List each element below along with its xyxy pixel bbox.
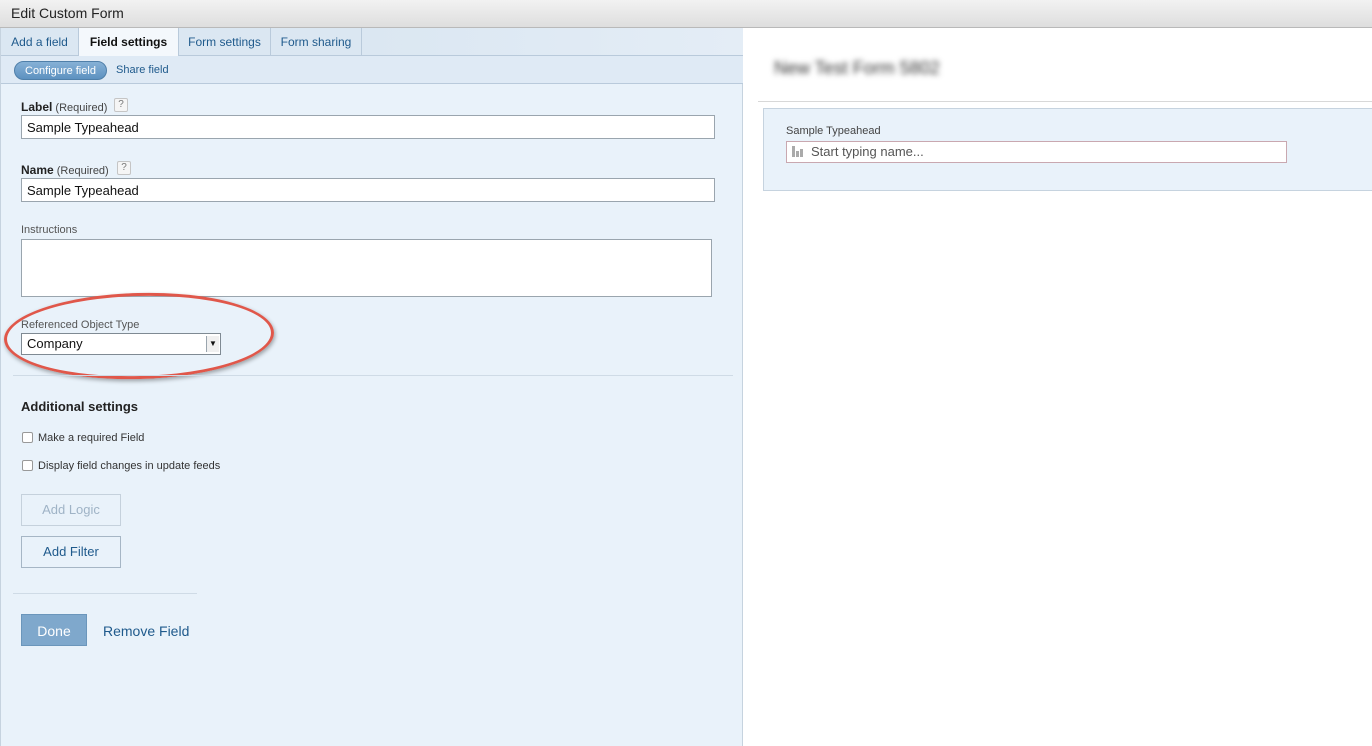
form-preview-panel: New Test Form 5802 Sample Typeahead Star… [744, 28, 1372, 746]
tab-add-field[interactable]: Add a field [1, 28, 79, 56]
name-required-note: (Required) [56, 165, 109, 177]
remove-field-link[interactable]: Remove Field [103, 623, 189, 639]
name-input[interactable] [21, 178, 715, 202]
tab-form-sharing[interactable]: Form sharing [271, 28, 362, 56]
done-button[interactable]: Done [21, 614, 87, 646]
company-icon [792, 146, 803, 157]
name-help-icon[interactable]: ? [117, 161, 131, 175]
update-feeds-option[interactable]: Display field changes in update feeds [22, 460, 220, 472]
add-filter-button[interactable]: Add Filter [21, 536, 121, 568]
tab-bar: Add a field Field settings Form settings… [1, 28, 743, 57]
field-editor-panel: Add a field Field settings Form settings… [0, 28, 743, 746]
preview-divider [758, 101, 1372, 102]
required-field-option[interactable]: Make a required Field [22, 432, 144, 444]
label-help-icon[interactable]: ? [114, 98, 128, 112]
share-field-link[interactable]: Share field [116, 64, 169, 76]
typeahead-input[interactable]: Start typing name... [786, 141, 1287, 163]
required-field-label: Make a required Field [38, 432, 145, 444]
required-field-checkbox[interactable] [22, 432, 33, 443]
label-required-note: (Required) [55, 102, 108, 114]
label-title: Label [21, 100, 53, 114]
section-divider [13, 375, 733, 376]
form-title: New Test Form 5802 [774, 58, 940, 78]
tab-field-settings[interactable]: Field settings [79, 28, 179, 57]
instructions-label: Instructions [21, 224, 78, 236]
tab-form-settings[interactable]: Form settings [179, 28, 271, 56]
preview-field-card[interactable]: Sample Typeahead Start typing name... [763, 108, 1372, 191]
update-feeds-checkbox[interactable] [22, 460, 33, 471]
update-feeds-label: Display field changes in update feeds [38, 460, 221, 472]
configure-field-button[interactable]: Configure field [14, 61, 107, 80]
label-input[interactable] [21, 115, 715, 139]
additional-settings-heading: Additional settings [21, 399, 138, 414]
preview-field-label: Sample Typeahead [786, 125, 881, 137]
highlight-annotation [2, 289, 276, 383]
footer-divider [13, 593, 197, 594]
typeahead-placeholder: Start typing name... [811, 144, 924, 159]
sub-tab-bar: Configure field Share field [1, 56, 743, 84]
name-field-label: Name (Required) [21, 163, 109, 177]
name-title: Name [21, 163, 54, 177]
title-bar: Edit Custom Form [0, 0, 1372, 28]
label-field-label: Label (Required) [21, 100, 107, 114]
window-title: Edit Custom Form [11, 5, 124, 21]
instructions-textarea[interactable] [21, 239, 712, 297]
add-logic-button[interactable]: Add Logic [21, 494, 121, 526]
